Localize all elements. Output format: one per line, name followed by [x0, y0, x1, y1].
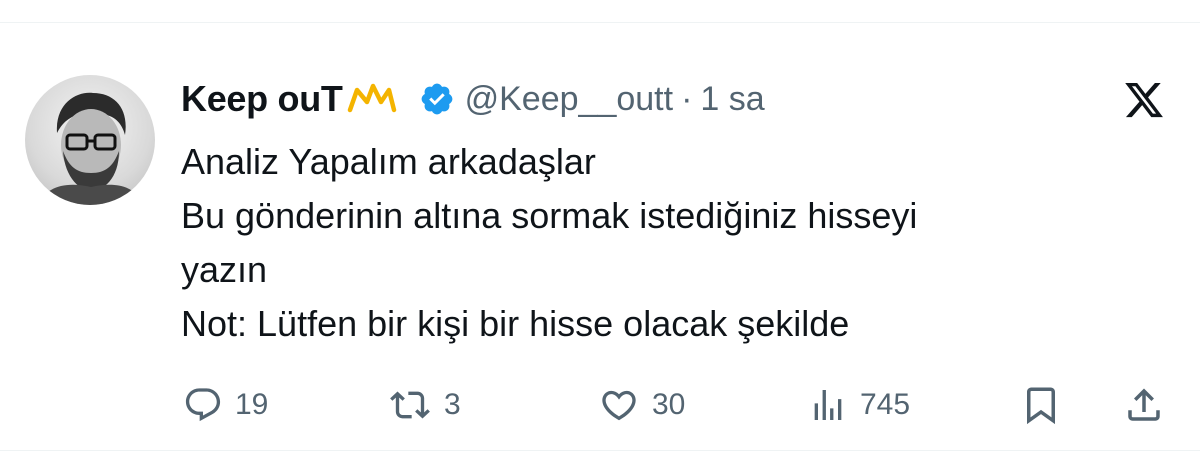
verified-badge-icon[interactable]	[419, 81, 455, 117]
separator-dot: ·	[681, 79, 693, 118]
x-logo-icon[interactable]	[1123, 79, 1165, 121]
tweet-text: Analiz Yapalım arkadaşlar Bu gönderinin …	[181, 135, 1161, 351]
display-name[interactable]: Keep ouT	[181, 78, 343, 120]
views-button[interactable]: 745	[808, 380, 910, 430]
retweet-button[interactable]: 3	[388, 380, 461, 430]
retweet-count: 3	[444, 388, 461, 421]
reply-count: 19	[235, 388, 269, 421]
tweet-text-line: Not: Lütfen bir kişi bir hisse olacak şe…	[181, 303, 850, 344]
heart-icon	[598, 385, 640, 425]
author-handle[interactable]: @Keep__outt	[465, 80, 673, 119]
crown-emoji-icon	[347, 82, 397, 116]
bookmark-button[interactable]	[1020, 380, 1062, 430]
bookmark-icon	[1020, 384, 1062, 426]
tweet-text-line: Analiz Yapalım arkadaşlar	[181, 141, 596, 182]
tweet-timestamp[interactable]: 1 sa	[700, 80, 764, 119]
views-count: 745	[860, 388, 911, 421]
views-icon	[808, 385, 848, 425]
avatar-portrait-image	[39, 92, 143, 205]
reply-button[interactable]: 19	[183, 380, 268, 430]
reply-icon	[183, 385, 223, 425]
tweet-header: Keep ouT @Keep__outt · 1 sa	[181, 74, 765, 124]
avatar[interactable]	[25, 75, 155, 205]
bottom-divider	[0, 450, 1200, 451]
like-button[interactable]: 30	[598, 380, 685, 430]
share-icon	[1123, 384, 1165, 426]
top-divider	[0, 22, 1200, 23]
tweet-action-bar: 19 3 30 745	[0, 380, 1200, 430]
retweet-icon	[388, 385, 432, 425]
share-button[interactable]	[1123, 380, 1165, 430]
tweet-text-line: yazın	[181, 249, 268, 290]
tweet-text-line: Bu gönderinin altına sormak istediğiniz …	[181, 195, 918, 236]
like-count: 30	[652, 388, 686, 421]
